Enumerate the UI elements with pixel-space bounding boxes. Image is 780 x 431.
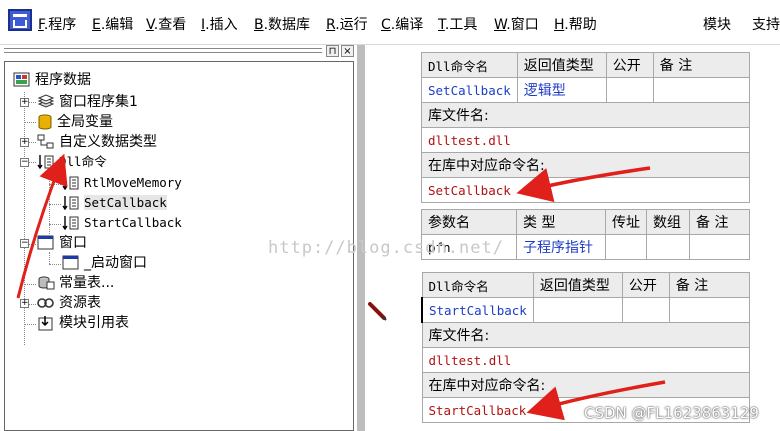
arrow-to-dll-commands	[16, 153, 68, 299]
csdn-credit: CSDN @FL1623863129	[584, 404, 759, 422]
annotation-arrows	[16, 153, 666, 421]
arrow-to-setcallback	[516, 166, 651, 203]
